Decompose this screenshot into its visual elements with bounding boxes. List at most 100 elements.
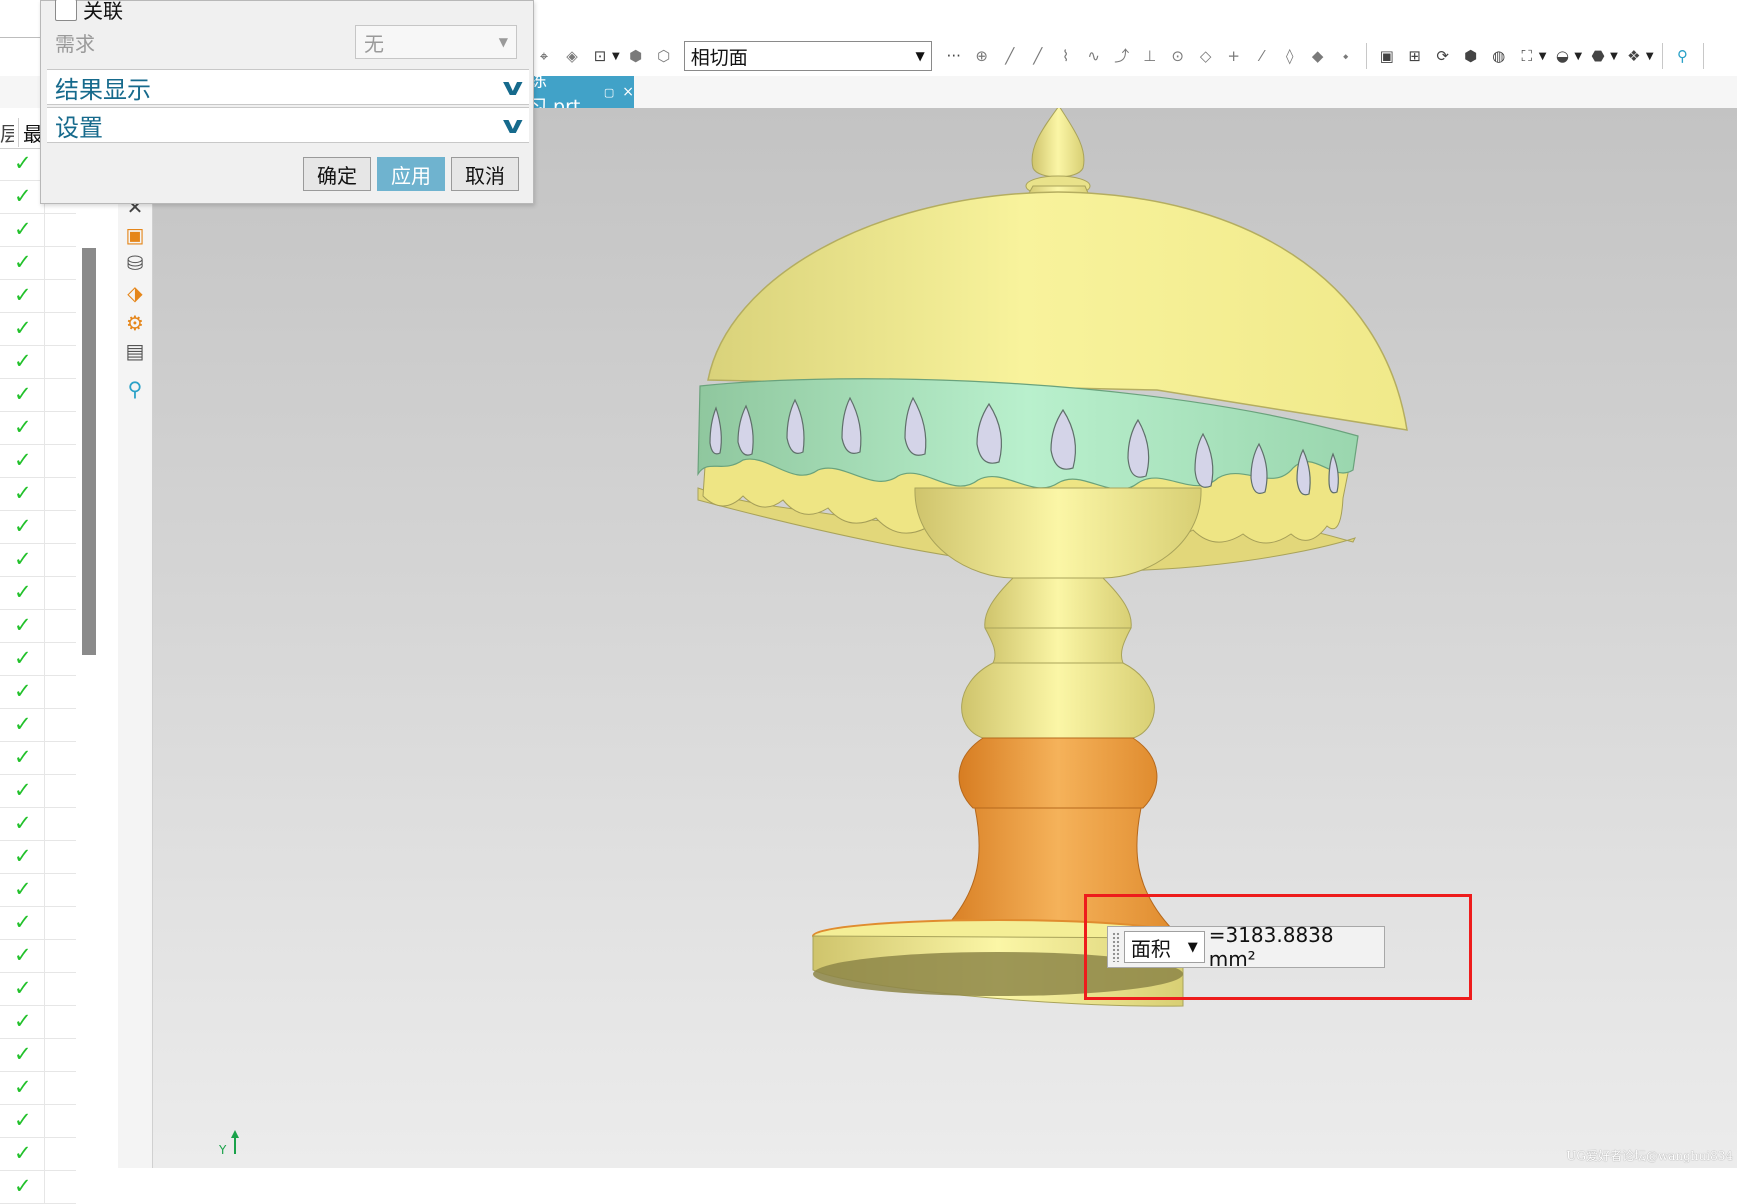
- checkmark-icon: ✓: [14, 1009, 32, 1033]
- snap-center-icon[interactable]: ⊕: [972, 46, 992, 66]
- view-rotate-icon[interactable]: ⟳: [1433, 46, 1453, 66]
- document-tab[interactable]: 练习.prt ▢ ×: [524, 69, 634, 118]
- feature-row[interactable]: ✓: [0, 379, 76, 412]
- settings-group[interactable]: 设置 v: [47, 107, 529, 143]
- more-options-icon[interactable]: ···: [944, 46, 964, 66]
- feature-row[interactable]: ✓: [0, 643, 76, 676]
- constraint-navigator-icon[interactable]: ⛁: [122, 250, 148, 276]
- feature-row[interactable]: ✓: [0, 247, 76, 280]
- feature-row[interactable]: ✓: [0, 874, 76, 907]
- lamp-model[interactable]: [153, 108, 1737, 1168]
- chevron-down-icon[interactable]: ▼: [1646, 51, 1654, 62]
- feature-row[interactable]: ✓: [0, 610, 76, 643]
- results-display-group[interactable]: 结果显示 v: [47, 69, 529, 105]
- settings-label: 设置: [55, 113, 103, 142]
- feature-row[interactable]: ✓: [0, 1138, 76, 1171]
- chevron-down-icon[interactable]: ▼: [1539, 51, 1547, 62]
- snap-quadrant-icon[interactable]: ◇: [1196, 46, 1216, 66]
- feature-row[interactable]: ✓: [0, 214, 76, 247]
- shaded-edges-icon[interactable]: ⬣: [1588, 46, 1608, 66]
- feature-row[interactable]: ✓: [0, 1006, 76, 1039]
- view-orient-icon[interactable]: ⬢: [1461, 46, 1481, 66]
- feature-row[interactable]: ✓: [0, 808, 76, 841]
- feature-row[interactable]: ✓: [0, 1072, 76, 1105]
- column-header-layer[interactable]: 层: [0, 118, 14, 147]
- checkmark-icon: ✓: [14, 1174, 32, 1198]
- view-frame-icon[interactable]: ⛶: [1517, 46, 1537, 66]
- snap-line-icon[interactable]: ╱: [1000, 46, 1020, 66]
- snap-existing-point-icon[interactable]: +: [1224, 46, 1244, 66]
- graphics-viewport[interactable]: 面积 ▼ =3183.8838 mm² Y UG爱好者论坛@wanghui834: [153, 108, 1737, 1168]
- drag-handle-icon[interactable]: [1112, 932, 1120, 962]
- pin-icon[interactable]: ▢: [604, 86, 614, 99]
- chevron-down-icon[interactable]: ▼: [612, 51, 620, 62]
- reuse-library-icon[interactable]: ⚙: [122, 310, 148, 336]
- select-solid-icon[interactable]: ⬡: [654, 46, 674, 66]
- measurement-callout[interactable]: 面积 ▼ =3183.8838 mm²: [1107, 923, 1385, 971]
- snap-point-icon[interactable]: ⌖: [534, 46, 554, 66]
- feature-row[interactable]: ✓: [0, 445, 76, 478]
- feature-row[interactable]: ✓: [0, 544, 76, 577]
- feature-row[interactable]: ✓: [0, 346, 76, 379]
- part-navigator-icon[interactable]: ⬗: [122, 280, 148, 306]
- associative-checkbox[interactable]: [55, 0, 77, 21]
- render-style-icon[interactable]: ◒: [1552, 46, 1572, 66]
- feature-row[interactable]: ✓: [0, 676, 76, 709]
- snap-bounded-icon[interactable]: ◆: [1308, 46, 1328, 66]
- cancel-button[interactable]: 取消: [451, 157, 519, 191]
- feature-row[interactable]: ✓: [0, 478, 76, 511]
- select-body-icon[interactable]: ⬢: [626, 46, 646, 66]
- view-zoom-icon[interactable]: ⊞: [1405, 46, 1425, 66]
- close-tab-icon[interactable]: ×: [622, 84, 634, 100]
- face-rule-select[interactable]: 相切面 ▼: [683, 41, 932, 71]
- checkmark-icon: ✓: [14, 514, 32, 538]
- ok-button[interactable]: 确定: [303, 157, 371, 191]
- snap-curve-icon[interactable]: ⌇: [1056, 46, 1076, 66]
- measure-icon[interactable]: ⚲: [122, 376, 148, 402]
- snap-arc-center-icon[interactable]: ⊙: [1168, 46, 1188, 66]
- layer-settings-icon[interactable]: ❖: [1624, 46, 1644, 66]
- expand-chevron-icon[interactable]: v: [503, 73, 523, 101]
- feature-row[interactable]: ✓: [0, 940, 76, 973]
- feature-row[interactable]: ✓: [0, 577, 76, 610]
- history-icon[interactable]: ▤: [122, 338, 148, 364]
- feature-row[interactable]: ✓: [0, 412, 76, 445]
- snap-on-curve-icon[interactable]: ⁄: [1252, 46, 1272, 66]
- snap-intersection-icon[interactable]: ⬩: [1336, 46, 1356, 66]
- view-trimetric-icon[interactable]: ◍: [1489, 46, 1509, 66]
- assembly-navigator-icon[interactable]: ▣: [122, 222, 148, 248]
- feature-row[interactable]: ✓: [0, 313, 76, 346]
- feature-row[interactable]: ✓: [0, 511, 76, 544]
- feature-row[interactable]: ✓: [0, 973, 76, 1006]
- checkmark-icon: ✓: [14, 943, 32, 967]
- feature-row[interactable]: ✓: [0, 280, 76, 313]
- feature-row[interactable]: ✓: [0, 841, 76, 874]
- snap-line-end-icon[interactable]: ╱: [1028, 46, 1048, 66]
- snap-perpendicular-icon[interactable]: ⊥: [1140, 46, 1160, 66]
- view-fit-icon[interactable]: ▣: [1377, 46, 1397, 66]
- associative-option[interactable]: 关联: [55, 0, 123, 24]
- toolbar-divider: [1702, 43, 1704, 69]
- feature-row[interactable]: ✓: [0, 742, 76, 775]
- snap-tangent-icon[interactable]: ⤴: [1112, 46, 1132, 66]
- feature-row[interactable]: ✓: [0, 1171, 76, 1204]
- chevron-down-icon[interactable]: ▼: [1574, 51, 1582, 62]
- feature-row[interactable]: ✓: [0, 775, 76, 808]
- apply-button[interactable]: 应用: [377, 157, 445, 191]
- feature-row[interactable]: ✓: [0, 709, 76, 742]
- stem-neck: [984, 627, 1132, 664]
- measure-type-select[interactable]: 面积 ▼: [1123, 931, 1205, 963]
- feature-row[interactable]: ✓: [0, 1039, 76, 1072]
- feature-row[interactable]: ✓: [0, 907, 76, 940]
- select-feature-icon[interactable]: ⊡: [590, 46, 610, 66]
- feature-row[interactable]: ✓: [0, 1105, 76, 1138]
- chevron-down-icon[interactable]: ▼: [1610, 51, 1618, 62]
- navigator-scroll-thumb[interactable]: [82, 248, 96, 655]
- snap-on-face-icon[interactable]: ◊: [1280, 46, 1300, 66]
- measure-tool-icon[interactable]: ⚲: [1673, 46, 1693, 66]
- select-face-icon[interactable]: ◈: [562, 46, 582, 66]
- checkmark-icon: ✓: [14, 1141, 32, 1165]
- resource-bar: ▭ ✕ ▣ ⛁ ⬗ ⚙ ▤ ⚲: [118, 108, 153, 1168]
- expand-chevron-icon[interactable]: v: [503, 111, 523, 139]
- snap-spline-icon[interactable]: ∿: [1084, 46, 1104, 66]
